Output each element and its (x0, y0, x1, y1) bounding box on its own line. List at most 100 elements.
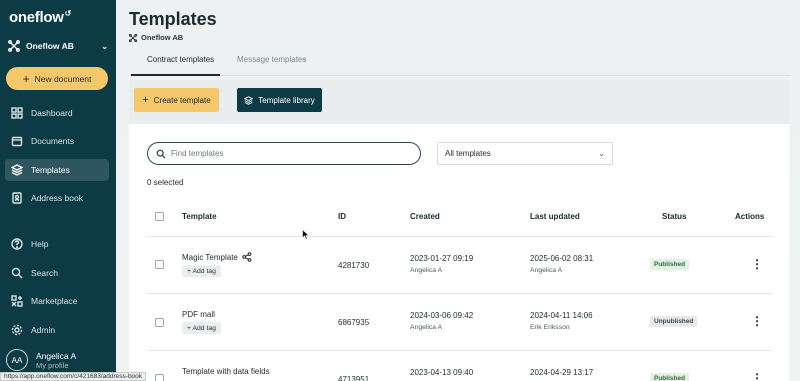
sidebar-item-label: Templates (31, 165, 70, 175)
template-filter-select[interactable]: All templates ⌄ (437, 142, 613, 165)
sidebar-item-help[interactable]: Help (5, 233, 109, 255)
sidebar-item-marketplace[interactable]: Marketplace (5, 290, 109, 312)
row-checkbox[interactable] (155, 318, 164, 327)
new-document-label: New document (34, 73, 92, 84)
row-checkbox[interactable] (155, 260, 164, 269)
profile-name: Angelica A (36, 350, 77, 361)
logo-text: oneflow (9, 9, 64, 26)
admin-gear-icon (11, 324, 23, 336)
status-badge: Published (650, 259, 690, 270)
created-by: Angelica A (410, 267, 443, 274)
sidebar-item-label: Dashboard (31, 108, 73, 118)
templates-icon (11, 164, 23, 176)
sidebar-item-documents[interactable]: Documents (5, 130, 109, 152)
oneflow-logo[interactable]: oneflow↺ (9, 9, 71, 26)
select-all-checkbox[interactable] (155, 212, 164, 221)
updated-date: 2024-04-11 14:06 (530, 311, 593, 320)
row-divider (147, 236, 772, 237)
column-header-actions: Actions (735, 212, 765, 221)
column-header-id[interactable]: ID (338, 212, 346, 221)
sidebar-item-label: Admin (31, 325, 56, 335)
profile-menu[interactable]: AA Angelica A My profile (6, 349, 76, 371)
plus-icon: + (22, 71, 30, 86)
tab-contract-templates[interactable]: Contract templates (147, 55, 214, 64)
template-name-link[interactable]: PDF mall (182, 310, 215, 319)
documents-icon (11, 135, 23, 147)
template-library-label: Template library (258, 95, 315, 105)
template-library-button[interactable]: Template library (237, 88, 322, 112)
search-icon (11, 267, 23, 279)
tab-divider (131, 75, 791, 76)
created-by: Angelica A (410, 324, 443, 331)
mouse-cursor-icon (302, 229, 310, 240)
marketplace-icon (11, 295, 23, 307)
page-title: Templates (129, 9, 217, 29)
create-template-label: Create template (153, 95, 211, 105)
main-content: Templates Oneflow AB Contract templates … (116, 0, 800, 381)
help-icon (11, 238, 23, 250)
sidebar-item-search[interactable]: Search (5, 262, 109, 284)
layers-icon (244, 95, 254, 105)
column-header-created[interactable]: Created (410, 212, 440, 221)
select-value: All templates (445, 149, 491, 158)
created-date: 2024-03-06 09:42 (410, 311, 474, 320)
sidebar-item-admin[interactable]: Admin (5, 319, 109, 341)
created-date: 2023-04-13 09:40 (410, 368, 474, 377)
search-field[interactable] (147, 142, 421, 165)
new-document-button[interactable]: + New document (6, 67, 108, 90)
workspace-switcher[interactable]: Oneflow AB ⌄ (8, 39, 108, 53)
workspace-name: Oneflow AB (26, 41, 74, 51)
sidebar: oneflow↺ Oneflow AB ⌄ + New document Das… (0, 0, 116, 381)
address-book-icon (11, 192, 23, 204)
sidebar-item-label: Address book (31, 193, 83, 203)
sidebar-item-label: Documents (31, 136, 74, 146)
template-name-link[interactable]: Template with data fields (182, 367, 270, 376)
row-actions-menu-icon[interactable]: ⋮ (751, 372, 763, 381)
workspace-icon (8, 40, 20, 52)
workspace-icon (129, 33, 137, 42)
sidebar-item-label: Help (31, 239, 49, 249)
add-tag-button[interactable]: + Add tag (182, 322, 221, 334)
search-icon (156, 149, 166, 159)
sidebar-item-address-book[interactable]: Address book (5, 187, 109, 209)
dashboard-icon (11, 107, 23, 119)
sidebar-item-templates[interactable]: Templates (5, 159, 109, 181)
column-header-template[interactable]: Template (182, 212, 217, 221)
created-date: 2023-01-27 09:19 (410, 254, 474, 263)
column-header-status[interactable]: Status (662, 212, 686, 221)
chevron-down-icon: ⌄ (598, 149, 605, 158)
column-header-last-updated[interactable]: Last updated (530, 212, 580, 221)
avatar: AA (6, 349, 28, 371)
active-tab-indicator (131, 74, 220, 76)
row-divider (147, 293, 772, 294)
template-name-link[interactable]: Magic Template (182, 253, 238, 262)
updated-date: 2025-06-02 08:31 (530, 254, 594, 263)
workspace-label: Oneflow AB (141, 33, 184, 42)
updated-by: Angelica A (530, 267, 563, 274)
add-tag-button[interactable]: + Add tag (182, 265, 221, 277)
status-badge: Unpublished (650, 316, 698, 327)
toolbar (129, 80, 789, 124)
sidebar-item-label: Marketplace (31, 296, 78, 306)
plus-icon: + (142, 94, 149, 106)
row-actions-menu-icon[interactable]: ⋮ (751, 258, 763, 270)
sidebar-item-dashboard[interactable]: Dashboard (5, 102, 109, 124)
page-workspace: Oneflow AB (129, 33, 183, 42)
status-bar-url: https://app.oneflow.com/c/421683/address… (0, 372, 147, 381)
row-actions-menu-icon[interactable]: ⋮ (751, 315, 763, 327)
sidebar-item-label: Search (31, 268, 58, 278)
updated-date: 2024-04-29 13:17 (530, 368, 594, 377)
logo-mark-icon: ↺ (64, 9, 72, 18)
selected-count: 0 selected (147, 178, 184, 187)
tab-message-templates[interactable]: Message templates (237, 55, 306, 64)
updated-by: Erik Eriksson (530, 324, 570, 331)
profile-subtitle: My profile (36, 360, 69, 370)
template-id: 4281730 (338, 261, 370, 270)
status-badge: Published (650, 373, 690, 381)
row-checkbox[interactable] (155, 374, 164, 381)
template-id: 4713951 (338, 375, 370, 381)
create-template-button[interactable]: + Create template (134, 88, 219, 112)
row-divider (147, 350, 772, 351)
template-id: 6867935 (338, 318, 370, 327)
search-input[interactable] (171, 149, 391, 158)
